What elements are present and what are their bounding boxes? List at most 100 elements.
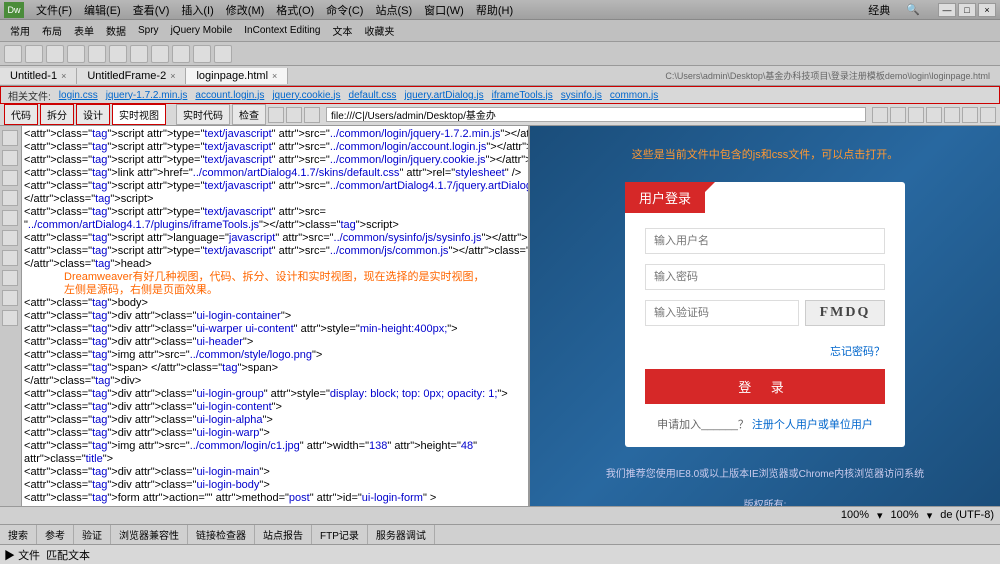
tool-icon[interactable] (109, 45, 127, 63)
tb-form[interactable]: 表单 (68, 23, 100, 38)
nav-icon[interactable] (286, 107, 302, 123)
close-icon[interactable]: × (272, 71, 277, 81)
sidebar-tool-icon[interactable] (2, 210, 18, 226)
browser-note: 我们推荐您使用IE8.0或以上版本IE浏览器或Chrome内核浏览器访问系统 (530, 457, 1000, 488)
sidebar-tool-icon[interactable] (2, 150, 18, 166)
sidebar-tool-icon[interactable] (2, 270, 18, 286)
tab-untitledframe2[interactable]: UntitledFrame-2× (77, 68, 186, 84)
tool-icon[interactable] (908, 107, 924, 123)
username-input[interactable] (645, 228, 885, 254)
tool-icon[interactable] (151, 45, 169, 63)
tool-icon[interactable] (25, 45, 43, 63)
sidebar-tool-icon[interactable] (2, 250, 18, 266)
tool-icon[interactable] (926, 107, 942, 123)
tool-icon[interactable] (890, 107, 906, 123)
menu-edit[interactable]: 编辑(E) (78, 2, 127, 18)
forgot-password-link[interactable]: 忘记密码？ (625, 341, 905, 369)
tb-text[interactable]: 文本 (326, 23, 358, 38)
minimize-button[interactable]: — (938, 3, 956, 17)
address-bar[interactable] (326, 107, 866, 122)
tb-common[interactable]: 常用 (4, 23, 36, 38)
tool-icon[interactable] (130, 45, 148, 63)
related-file[interactable]: sysinfo.js (558, 90, 605, 101)
menu-file[interactable]: 文件(F) (30, 2, 78, 18)
tool-icon[interactable] (944, 107, 960, 123)
view-livecode[interactable]: 实时代码 (176, 104, 230, 125)
view-code[interactable]: 代码 (4, 104, 38, 125)
captcha-input[interactable] (645, 300, 799, 326)
close-icon[interactable]: × (170, 71, 175, 81)
menu-view[interactable]: 查看(V) (127, 2, 176, 18)
tb-layout[interactable]: 布局 (36, 23, 68, 38)
tool-icon[interactable] (67, 45, 85, 63)
encoding[interactable]: de (UTF-8) (940, 509, 994, 522)
tool-icon[interactable] (193, 45, 211, 63)
tb-data[interactable]: 数据 (100, 23, 132, 38)
view-inspect[interactable]: 检查 (232, 104, 266, 125)
menu-help[interactable]: 帮助(H) (470, 2, 519, 18)
icon-toolbar (0, 42, 1000, 66)
menu-format[interactable]: 格式(O) (270, 2, 320, 18)
related-files-bar: 相关文件: login.css jquery-1.7.2.min.js acco… (0, 86, 1000, 104)
sidebar-tool-icon[interactable] (2, 290, 18, 306)
sidebar-tool-icon[interactable] (2, 310, 18, 326)
btab-ftp[interactable]: FTP记录 (312, 525, 368, 544)
password-input[interactable] (645, 264, 885, 290)
tb-incontext[interactable]: InContext Editing (238, 25, 326, 36)
maximize-button[interactable]: □ (958, 3, 976, 17)
related-file[interactable]: jquery.artDialog.js (401, 90, 486, 101)
workspace-mode[interactable]: 经典 (862, 2, 896, 18)
related-file[interactable]: jquery-1.7.2.min.js (103, 90, 191, 101)
close-icon[interactable]: × (61, 71, 66, 81)
sidebar-tool-icon[interactable] (2, 170, 18, 186)
code-editor[interactable]: <attr">class="tag">script attr">type="te… (22, 126, 530, 506)
tool-icon[interactable] (172, 45, 190, 63)
tool-icon[interactable] (980, 107, 996, 123)
refresh-icon[interactable] (304, 107, 320, 123)
menu-insert[interactable]: 插入(I) (175, 2, 219, 18)
tab-loginpage[interactable]: loginpage.html× (186, 68, 288, 84)
zoom-level[interactable]: 100% (841, 509, 869, 522)
related-file[interactable]: default.css (346, 90, 400, 101)
tool-icon[interactable] (46, 45, 64, 63)
tb-spry[interactable]: Spry (132, 25, 165, 36)
tool-icon[interactable] (88, 45, 106, 63)
captcha-image[interactable]: FMDQ (805, 300, 885, 326)
close-button[interactable]: × (978, 3, 996, 17)
related-file[interactable]: account.login.js (192, 90, 267, 101)
btab-search[interactable]: 搜索 (0, 525, 37, 544)
btab-linkcheck[interactable]: 链接检查器 (188, 525, 255, 544)
tb-jqmobile[interactable]: jQuery Mobile (165, 25, 239, 36)
related-file[interactable]: iframeTools.js (489, 90, 556, 101)
sidebar-tool-icon[interactable] (2, 230, 18, 246)
tool-icon[interactable] (962, 107, 978, 123)
tool-icon[interactable] (872, 107, 888, 123)
related-file[interactable]: login.css (56, 90, 101, 101)
menu-command[interactable]: 命令(C) (320, 2, 369, 18)
btab-reference[interactable]: 参考 (37, 525, 74, 544)
zoom-level-2[interactable]: 100% (891, 509, 919, 522)
nav-icon[interactable] (268, 107, 284, 123)
view-design[interactable]: 设计 (76, 104, 110, 125)
tab-untitled1[interactable]: Untitled-1× (0, 68, 77, 84)
tool-icon[interactable] (214, 45, 232, 63)
view-split[interactable]: 拆分 (40, 104, 74, 125)
view-live[interactable]: 实时视图 (112, 104, 166, 125)
menu-window[interactable]: 窗口(W) (418, 2, 470, 18)
menu-site[interactable]: 站点(S) (369, 2, 418, 18)
sidebar-tool-icon[interactable] (2, 130, 18, 146)
btab-sitereport[interactable]: 站点报告 (255, 525, 312, 544)
register-link[interactable]: 注册个人用户或单位用户 (752, 419, 873, 431)
related-file[interactable]: jquery.cookie.js (269, 90, 343, 101)
login-button[interactable]: 登 录 (645, 369, 885, 404)
btab-serverdebug[interactable]: 服务器调试 (368, 525, 435, 544)
related-file[interactable]: common.js (607, 90, 661, 101)
login-form-preview: 用户登录 FMDQ 忘记密码？ 登 录 申请加入______？ 注册个人用户或单… (625, 182, 905, 447)
tool-icon[interactable] (4, 45, 22, 63)
menu-modify[interactable]: 修改(M) (220, 2, 271, 18)
sidebar-tool-icon[interactable] (2, 190, 18, 206)
btab-validate[interactable]: 验证 (74, 525, 111, 544)
tb-fav[interactable]: 收藏夹 (358, 23, 400, 38)
search-icon[interactable]: 🔍 (900, 3, 926, 16)
btab-compat[interactable]: 浏览器兼容性 (111, 525, 188, 544)
